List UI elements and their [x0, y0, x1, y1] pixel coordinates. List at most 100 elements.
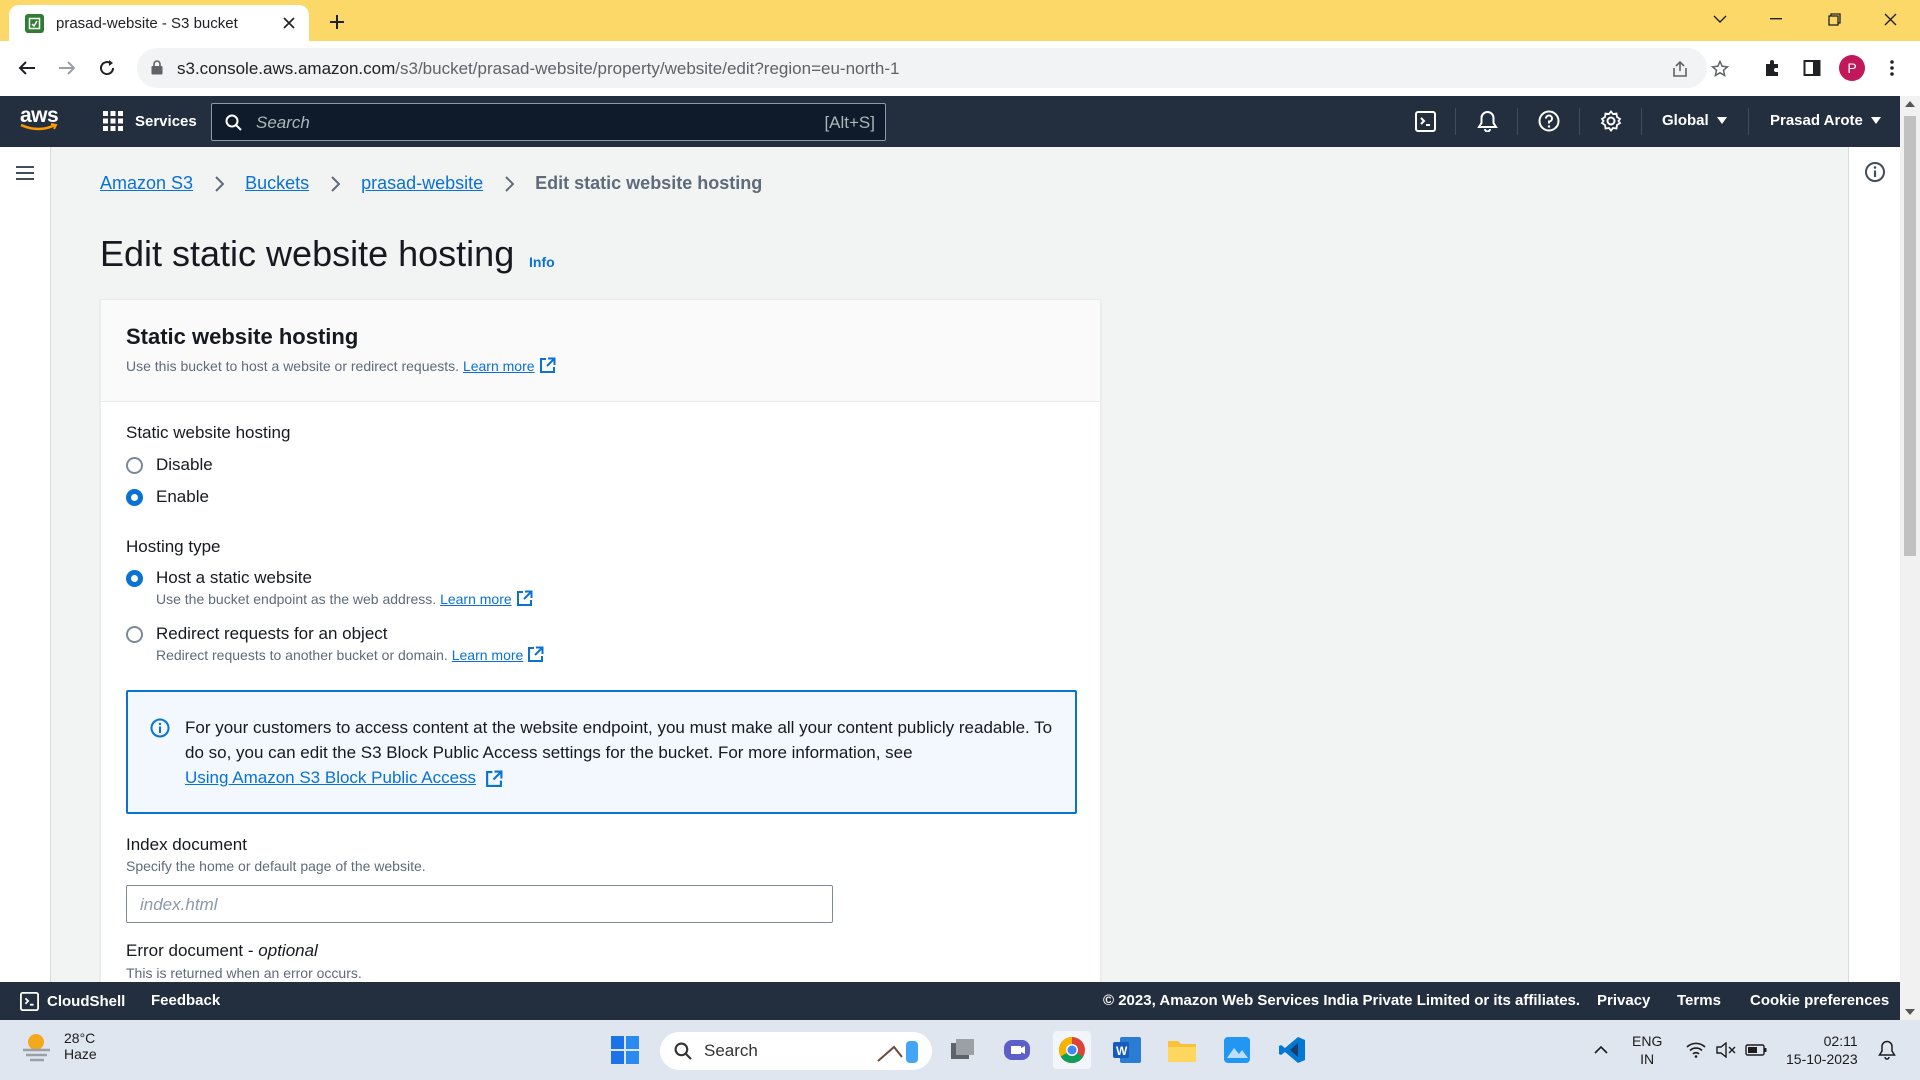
index-document-input[interactable]: index.html [126, 885, 833, 923]
close-window-icon[interactable] [1866, 0, 1914, 38]
share-icon[interactable] [1669, 58, 1691, 80]
task-view-icon[interactable] [944, 1031, 982, 1069]
panel-title: Static website hosting [126, 324, 359, 349]
caret-down-icon [1716, 117, 1727, 124]
breadcrumb-current: Edit static website hosting [535, 173, 763, 193]
host-static-description: Use the bucket endpoint as the web addre… [156, 590, 533, 607]
language-indicator[interactable]: ENG IN [1632, 1032, 1662, 1068]
index-placeholder: index.html [140, 895, 218, 914]
word-icon[interactable]: W [1108, 1031, 1146, 1069]
external-link-icon [516, 590, 533, 607]
teams-chat-icon[interactable] [998, 1031, 1036, 1069]
address-bar[interactable]: s3.console.aws.amazon.com/s3/bucket/pras… [137, 48, 1729, 88]
reload-icon[interactable] [92, 53, 122, 83]
browser-tab[interactable]: prasad-website - S3 bucket [9, 5, 309, 41]
external-link-icon [539, 357, 556, 374]
radio-disable[interactable]: Disable [126, 455, 213, 475]
tab-search-chevron-icon[interactable] [1696, 0, 1744, 38]
notification-center-icon[interactable] [1868, 1031, 1906, 1069]
alert-text: For your customers to access content at … [185, 718, 1053, 788]
aws-logo[interactable]: aws [20, 104, 59, 131]
show-hidden-icons-chevron[interactable] [1582, 1031, 1620, 1069]
windows-taskbar: 28°C Haze Search W ENG IN 02:11 15-10-20… [0, 1020, 1920, 1080]
services-menu[interactable]: Services [103, 111, 197, 131]
caret-down-icon [1870, 117, 1881, 124]
chrome-icon[interactable] [1053, 1031, 1091, 1069]
breadcrumb-amazon-s3[interactable]: Amazon S3 [100, 173, 193, 194]
error-document-label: Error document - optional [126, 941, 318, 960]
cloudshell-icon[interactable] [1413, 109, 1437, 133]
external-link-icon [485, 770, 503, 788]
aws-search-input[interactable]: Search [Alt+S] [211, 103, 886, 141]
breadcrumb-bucket[interactable]: prasad-website [361, 173, 483, 194]
taskbar-search[interactable]: Search [660, 1032, 932, 1070]
radio-button[interactable] [126, 456, 143, 474]
notifications-bell-icon[interactable] [1475, 109, 1499, 133]
copyright-text: © 2023, Amazon Web Services India Privat… [1103, 992, 1581, 1009]
chevron-right-icon [209, 174, 229, 194]
windows-start-icon[interactable] [606, 1031, 644, 1069]
learn-more-link[interactable]: Learn more [440, 591, 512, 607]
side-panel-icon[interactable] [1797, 53, 1827, 83]
radio-host-static-website[interactable]: Host a static website [126, 568, 312, 588]
static-website-hosting-panel: Static website hosting Use this bucket t… [100, 299, 1101, 999]
redirect-description: Redirect requests to another bucket or d… [156, 646, 544, 663]
scrollbar-thumb[interactable] [1904, 116, 1916, 556]
photos-icon[interactable] [1218, 1031, 1256, 1069]
clock[interactable]: 02:11 15-10-2023 [1786, 1032, 1858, 1068]
file-explorer-icon[interactable] [1163, 1031, 1201, 1069]
battery-icon[interactable] [1737, 1031, 1775, 1069]
chevron-right-icon [499, 174, 519, 194]
cloudshell-button[interactable]: CloudShell [20, 992, 125, 1011]
scroll-down-icon[interactable] [1905, 1009, 1915, 1015]
vscode-icon[interactable] [1273, 1031, 1311, 1069]
search-icon [225, 114, 242, 131]
help-icon[interactable] [1537, 109, 1561, 133]
feedback-link[interactable]: Feedback [151, 992, 220, 1009]
info-link[interactable]: Info [529, 254, 555, 270]
privacy-link[interactable]: Privacy [1597, 992, 1650, 1009]
learn-more-link[interactable]: Learn more [463, 358, 535, 374]
browser-toolbar: s3.console.aws.amazon.com/s3/bucket/pras… [0, 41, 1920, 96]
profile-avatar[interactable]: P [1837, 53, 1867, 83]
lock-icon[interactable] [151, 60, 163, 75]
cookie-preferences-link[interactable]: Cookie preferences [1750, 992, 1889, 1009]
browser-tab-strip: prasad-website - S3 bucket [0, 0, 1920, 41]
page-scrollbar[interactable] [1900, 96, 1920, 1020]
svg-text:W: W [1116, 1044, 1128, 1058]
radio-button[interactable] [126, 625, 143, 643]
block-public-access-link[interactable]: Using Amazon S3 Block Public Access [185, 768, 476, 787]
right-tools-rail [1848, 147, 1900, 982]
forward-icon[interactable] [52, 53, 82, 83]
index-document-label: Index document [126, 835, 247, 854]
page-title: Edit static website hosting [100, 233, 515, 274]
back-icon[interactable] [12, 53, 42, 83]
radio-redirect-requests[interactable]: Redirect requests for an object [126, 624, 388, 644]
radio-enable[interactable]: Enable [126, 487, 209, 507]
extensions-icon[interactable] [1757, 53, 1787, 83]
minimize-icon[interactable] [1752, 0, 1800, 38]
restore-icon[interactable] [1810, 0, 1858, 38]
radio-button[interactable] [126, 488, 143, 506]
public-access-info-alert: For your customers to access content at … [126, 690, 1077, 814]
more-menu-icon[interactable] [1877, 53, 1907, 83]
learn-more-link[interactable]: Learn more [452, 647, 524, 663]
terms-link[interactable]: Terms [1677, 992, 1721, 1009]
region-selector[interactable]: Global [1662, 112, 1727, 129]
bookmark-star-icon[interactable] [1709, 58, 1731, 80]
settings-gear-icon[interactable] [1599, 109, 1623, 133]
account-menu[interactable]: Prasad Arote [1770, 112, 1881, 129]
scroll-up-icon[interactable] [1905, 101, 1915, 107]
hamburger-menu-icon[interactable] [15, 165, 35, 181]
weather-widget[interactable]: 28°C Haze [20, 1030, 97, 1062]
header-divider [1579, 108, 1580, 135]
radio-button[interactable] [126, 569, 143, 587]
search-placeholder: Search [256, 113, 310, 132]
new-tab-icon[interactable] [323, 8, 351, 36]
s3-favicon-icon [25, 13, 44, 33]
info-circle-icon[interactable] [1864, 161, 1886, 183]
close-tab-icon[interactable] [279, 13, 299, 33]
weather-condition: Haze [64, 1046, 97, 1062]
haze-sun-icon [23, 1034, 50, 1062]
breadcrumb-buckets[interactable]: Buckets [245, 173, 309, 194]
